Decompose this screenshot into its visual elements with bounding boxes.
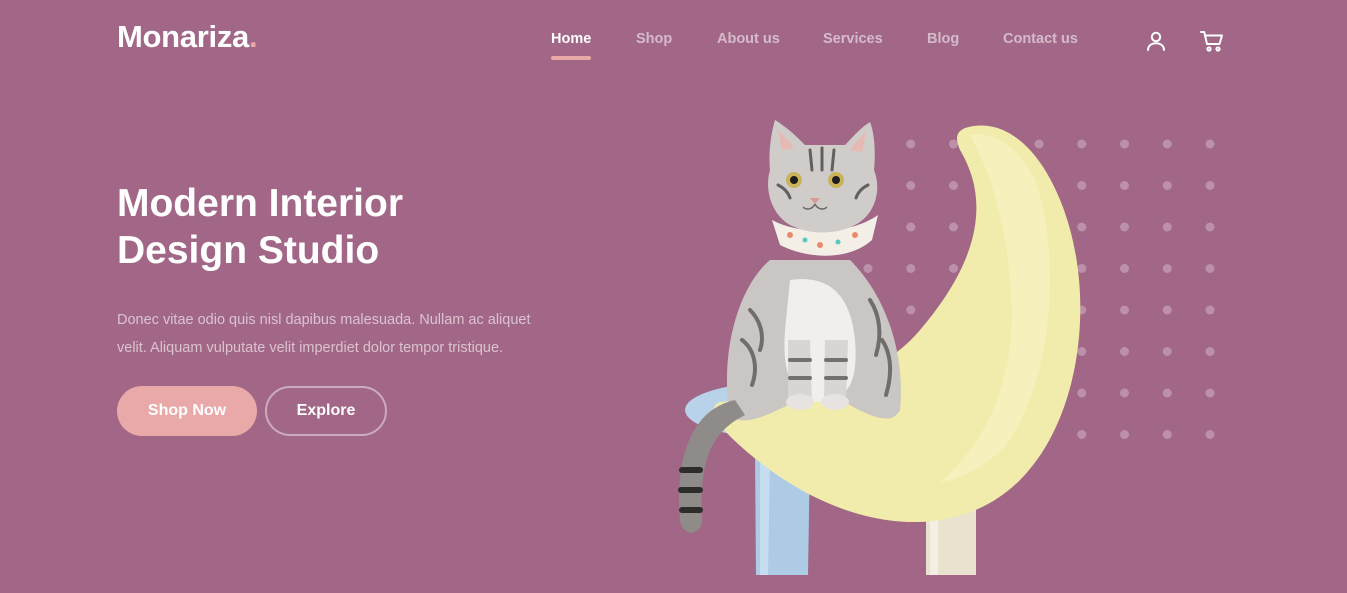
pattern-dot (1120, 222, 1129, 232)
pattern-dot (1162, 430, 1172, 439)
pattern-dot (1162, 388, 1172, 398)
pattern-dot (1205, 264, 1215, 273)
pattern-dot (1162, 139, 1172, 149)
pattern-dot (1162, 181, 1172, 190)
pattern-dot (1205, 305, 1215, 315)
pattern-dot (1120, 347, 1129, 356)
pattern-dot (1205, 222, 1215, 232)
pattern-dot (1120, 139, 1129, 149)
pattern-dot (1120, 305, 1129, 315)
pattern-dot (1120, 388, 1129, 398)
pattern-dot (1162, 305, 1172, 315)
pattern-dot (1120, 181, 1129, 190)
pattern-dot (1162, 347, 1172, 356)
pattern-dot (1205, 139, 1215, 149)
pattern-dot (1120, 430, 1129, 439)
pattern-dot (1162, 222, 1172, 232)
pattern-dot (1205, 347, 1215, 356)
pattern-dot (1162, 264, 1172, 273)
pattern-dot (1205, 388, 1215, 398)
pattern-dot (1205, 181, 1215, 190)
hero-image-cat-on-moon (678, 120, 1081, 575)
pattern-dot (1205, 430, 1215, 439)
pattern-dot (1120, 264, 1129, 273)
